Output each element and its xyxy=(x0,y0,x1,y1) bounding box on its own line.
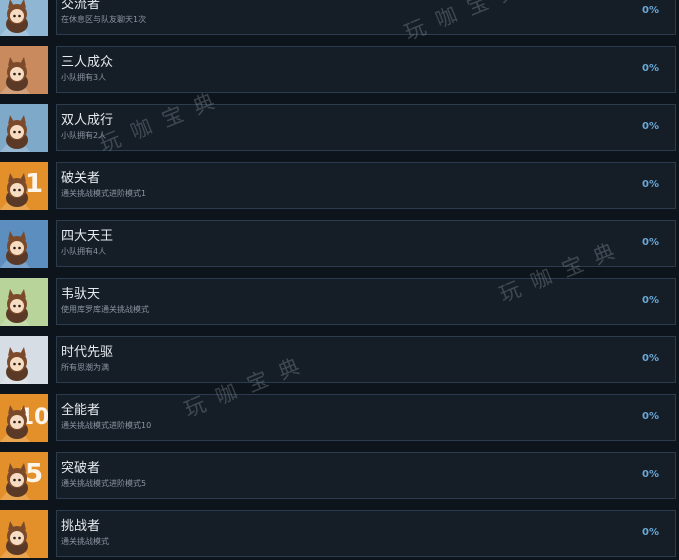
achievement-icon: 5 xyxy=(0,452,48,500)
achievement-unlock-percent: 0% xyxy=(642,353,659,364)
achievement-title: 双人成行 xyxy=(61,113,114,128)
achievement-row[interactable]: 韦驮天使用库罗库通关挑战模式 0% xyxy=(0,278,679,328)
achievement-icon xyxy=(0,104,48,152)
achievement-icon xyxy=(0,278,48,326)
achievement-description: 小队拥有3人 xyxy=(61,73,107,82)
achievement-row[interactable]: 5 突破者通关挑战模式进阶模式5 0% xyxy=(0,452,679,502)
achievement-row[interactable]: 挑战者通关挑战模式 0% xyxy=(0,510,679,560)
achievement-panel: 挑战者通关挑战模式 0% xyxy=(56,510,676,557)
level-10-character-icon: 10 xyxy=(0,394,48,442)
achievement-icon: 10 xyxy=(0,394,48,442)
achievement-row[interactable]: 三人成众小队拥有3人 0% xyxy=(0,46,679,96)
achievement-description: 小队拥有4人 xyxy=(61,247,107,256)
challenger-character-icon xyxy=(0,510,48,558)
achievement-row[interactable]: 四大天王小队拥有4人 0% xyxy=(0,220,679,270)
achievement-unlock-percent: 0% xyxy=(642,121,659,132)
achievement-icon xyxy=(0,0,48,36)
achievement-unlock-percent: 0% xyxy=(642,295,659,306)
achievement-title: 全能者 xyxy=(61,403,101,418)
achievement-icon xyxy=(0,220,48,268)
icon-numeral: 1 xyxy=(25,169,43,199)
achievement-panel: 三人成众小队拥有3人 0% xyxy=(56,46,676,93)
achievement-panel: 破关者通关挑战模式进阶模式1 0% xyxy=(56,162,676,209)
achievement-unlock-percent: 0% xyxy=(642,237,659,248)
achievement-description: 所有思潮为满 xyxy=(61,363,109,372)
achievement-unlock-percent: 0% xyxy=(642,5,659,16)
achievement-row[interactable]: 时代先驱所有思潮为满 0% xyxy=(0,336,679,386)
achievement-unlock-percent: 0% xyxy=(642,179,659,190)
achievement-description: 小队拥有2人 xyxy=(61,131,107,140)
achievement-unlock-percent: 0% xyxy=(642,411,659,422)
achievement-description: 通关挑战模式进阶模式1 xyxy=(61,189,147,198)
achievement-title: 三人成众 xyxy=(61,55,114,70)
level-1-character-icon: 1 xyxy=(0,162,48,210)
achievement-row[interactable]: 10 全能者通关挑战模式进阶模式10 0% xyxy=(0,394,679,444)
achievement-description: 通关挑战模式 xyxy=(61,537,109,546)
level-5-character-icon: 5 xyxy=(0,452,48,500)
achievement-row[interactable]: 双人成行小队拥有2人 0% xyxy=(0,104,679,154)
achievement-unlock-percent: 0% xyxy=(642,469,659,480)
achievement-icon: 1 xyxy=(0,162,48,210)
two-characters-icon xyxy=(0,104,48,152)
diamond-character-icon xyxy=(0,336,48,384)
achievement-panel: 交流者在休息区与队友聊天1次 0% xyxy=(56,0,676,35)
four-characters-icon xyxy=(0,220,48,268)
achievement-title: 破关者 xyxy=(61,171,101,186)
achievement-icon xyxy=(0,336,48,384)
achievement-description: 在休息区与队友聊天1次 xyxy=(61,15,147,24)
achievement-unlock-percent: 0% xyxy=(642,527,659,538)
achievement-row[interactable]: 1 破关者通关挑战模式进阶模式1 0% xyxy=(0,162,679,212)
achievement-panel: 四大天王小队拥有4人 0% xyxy=(56,220,676,267)
achievement-icon xyxy=(0,510,48,558)
achievement-description: 通关挑战模式进阶模式5 xyxy=(61,479,147,488)
green-hair-character-icon xyxy=(0,278,48,326)
achievement-icon xyxy=(0,46,48,94)
achievement-panel: 双人成行小队拥有2人 0% xyxy=(56,104,676,151)
three-characters-icon xyxy=(0,46,48,94)
achievement-title: 韦驮天 xyxy=(61,287,101,302)
achievement-title: 突破者 xyxy=(61,461,101,476)
achievement-description: 使用库罗库通关挑战模式 xyxy=(61,305,149,314)
achievement-panel: 时代先驱所有思潮为满 0% xyxy=(56,336,676,383)
achievement-title: 四大天王 xyxy=(61,229,114,244)
achievement-row[interactable]: 交流者在休息区与队友聊天1次 0% xyxy=(0,0,679,38)
achievement-title: 挑战者 xyxy=(61,519,101,534)
achievement-list-page: 交流者在休息区与队友聊天1次 0% 三人成众小队拥有3人 0% 双人成行小队拥有2人 0%… xyxy=(0,0,679,560)
achievement-unlock-percent: 0% xyxy=(642,63,659,74)
icon-numeral: 5 xyxy=(25,459,43,489)
achievement-title: 时代先驱 xyxy=(61,345,114,360)
achievement-description: 通关挑战模式进阶模式10 xyxy=(61,421,152,430)
achievement-panel: 全能者通关挑战模式进阶模式10 0% xyxy=(56,394,676,441)
achievement-title: 交流者 xyxy=(61,0,101,12)
achievement-panel: 突破者通关挑战模式进阶模式5 0% xyxy=(56,452,676,499)
chat-bubble-character-icon xyxy=(0,0,48,36)
achievement-panel: 韦驮天使用库罗库通关挑战模式 0% xyxy=(56,278,676,325)
